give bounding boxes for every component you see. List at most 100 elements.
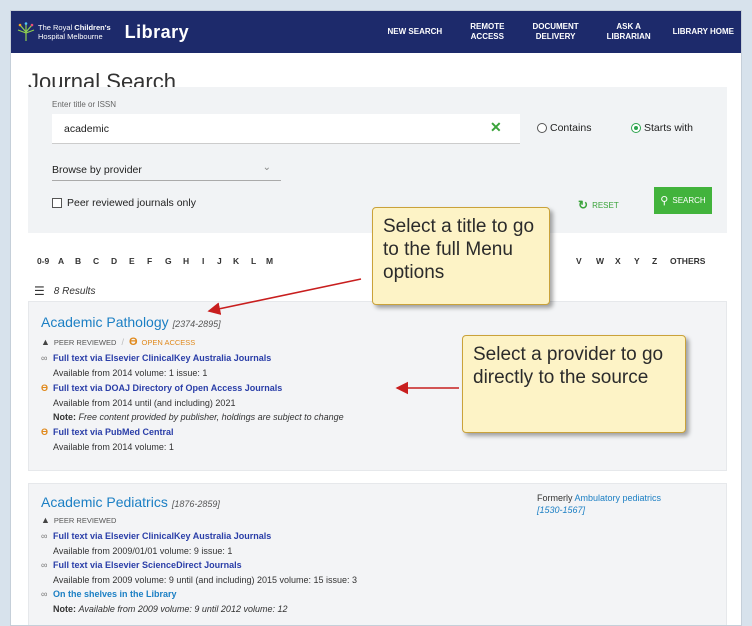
provider-link[interactable]: ϴ Full text via PubMed Central (41, 427, 174, 437)
nav-remote-access[interactable]: REMOTE ACCESS (461, 22, 523, 42)
peer-reviewed-icon: ▲ (41, 515, 50, 525)
search-icon: ⚲ (660, 195, 669, 207)
results-count-text: 8 Results (53, 285, 96, 297)
alpha-c[interactable]: C (93, 256, 99, 266)
open-access-icon: ϴ (41, 383, 49, 393)
provider-link-text: On the shelves in the Library (53, 589, 177, 599)
alpha-z[interactable]: Z (652, 256, 657, 266)
link-icon: ∞ (41, 589, 48, 599)
holdings-text: Available from 2009 volume: 9 until (and… (53, 575, 358, 585)
journal-title-link[interactable]: Academic Pathology [2374-2895] (41, 314, 221, 330)
peer-reviewed-checkbox[interactable]: Peer reviewed journals only (52, 197, 196, 209)
provider-link[interactable]: ∞ Full text via Elsevier ScienceDirect Jo… (41, 560, 242, 570)
journal-issn: [1876-2859] (171, 499, 220, 509)
provider-link[interactable]: ∞ Full text via Elsevier ClinicalKey Aust… (41, 353, 271, 363)
link-icon: ∞ (41, 531, 48, 541)
library-label: Library (124, 21, 190, 42)
rch-logo-icon (17, 22, 35, 41)
search-button-label: SEARCH (672, 196, 706, 205)
chevron-down-icon: ⌄ (262, 162, 271, 173)
link-icon: ∞ (41, 353, 48, 363)
badges: ▲ PEER REVIEWED (41, 515, 116, 525)
reset-icon: ↻ (578, 198, 589, 212)
journal-issn: [2374-2895] (172, 319, 221, 329)
search-input[interactable]: academic (52, 114, 520, 144)
journal-title: Academic Pediatrics (41, 494, 168, 510)
holdings-text: Available from 2009/01/01 volume: 9 issu… (53, 546, 233, 556)
badges: ▲ PEER REVIEWED / ϴ OPEN ACCESS (41, 336, 195, 348)
nav-library-home[interactable]: LIBRARY HOME (664, 27, 741, 37)
alpha-e[interactable]: E (129, 256, 135, 266)
badge-divider: / (121, 337, 124, 347)
note-label: Note: (53, 604, 76, 614)
radio-unchecked-icon (537, 123, 547, 133)
peer-reviewed-badge: PEER REVIEWED (53, 337, 117, 347)
results-count: ☰ 8 Results (34, 284, 95, 298)
result-card: Academic Pediatrics [1876-2859] Formerly … (28, 483, 727, 625)
reset-label: RESET (592, 201, 619, 210)
provider-link-text: Full text via PubMed Central (53, 427, 174, 437)
open-access-icon: ϴ (128, 336, 138, 348)
alpha-d[interactable]: D (111, 256, 117, 266)
nav-ask-a-librarian[interactable]: ASK A LIBRARIAN (598, 22, 664, 42)
provider-link-text: Full text via Elsevier ScienceDirect Jou… (53, 560, 242, 570)
formerly-title[interactable]: Formerly Ambulatory pediatrics [1530-156… (537, 492, 661, 516)
provider-link-text: Full text via Elsevier ClinicalKey Austr… (53, 353, 272, 363)
journal-title: Academic Pathology (41, 314, 169, 330)
search-button[interactable]: ⚲ SEARCH (654, 187, 712, 214)
radio-checked-icon (631, 123, 641, 133)
callout-provider-tip: Select a provider to go directly to the … (462, 335, 686, 433)
peer-reviewed-badge: PEER REVIEWED (53, 515, 117, 525)
alpha-a[interactable]: A (58, 256, 64, 266)
alpha-h[interactable]: H (183, 256, 189, 266)
provider-select-value: Browse by provider (52, 164, 142, 176)
provider-link[interactable]: ϴ Full text via DOAJ Directory of Open Ac… (41, 383, 282, 393)
list-icon: ☰ (34, 284, 45, 298)
provider-link[interactable]: ∞ On the shelves in the Library (41, 589, 177, 599)
holdings-note: Note: Free content provided by publisher… (41, 412, 344, 422)
holdings-text: Available from 2014 until (and including… (53, 398, 236, 408)
formerly-link: Ambulatory pediatrics (574, 493, 662, 503)
brand[interactable]: The Royal Children's Hospital Melbourne … (11, 22, 217, 43)
link-icon: ∞ (41, 560, 48, 570)
alpha-y[interactable]: Y (634, 256, 640, 266)
provider-link[interactable]: ∞ Full text via Elsevier ClinicalKey Aust… (41, 531, 271, 541)
alpha-b[interactable]: B (75, 256, 81, 266)
journal-title-link[interactable]: Academic Pediatrics [1876-2859] (41, 494, 220, 510)
note-label: Note: (53, 412, 76, 422)
header-bar: The Royal Children's Hospital Melbourne … (11, 11, 741, 53)
alpha-w[interactable]: W (596, 256, 604, 266)
alpha-l[interactable]: L (251, 256, 256, 266)
peer-reviewed-label: Peer reviewed journals only (67, 197, 196, 209)
browser-frame: The Royal Children's Hospital Melbourne … (10, 10, 742, 626)
alpha-v[interactable]: V (576, 256, 582, 266)
alpha-i[interactable]: I (202, 256, 204, 266)
note-text: Free content provided by publisher, hold… (78, 412, 344, 422)
radio-contains[interactable]: Contains (537, 122, 591, 134)
alpha-k[interactable]: K (233, 256, 239, 266)
search-field-label: Enter title or ISSN (52, 100, 117, 109)
holdings-note: Note: Available from 2009 volume: 9 unti… (41, 604, 287, 614)
open-access-icon: ϴ (41, 427, 49, 437)
provider-link-text: Full text via DOAJ Directory of Open Acc… (53, 383, 283, 393)
nav-document-delivery[interactable]: DOCUMENT DELIVERY (523, 22, 597, 42)
radio-starts-with[interactable]: Starts with (631, 122, 693, 134)
alpha-f[interactable]: F (147, 256, 152, 266)
callout-title-tip: Select a title to go to the full Menu op… (372, 207, 550, 305)
alpha-m[interactable]: M (266, 256, 273, 266)
reset-button[interactable]: ↻ RESET (578, 198, 619, 212)
formerly-issn: [1530-1567] (537, 505, 586, 515)
alpha-0-9[interactable]: 0-9 (37, 256, 49, 266)
alpha-j[interactable]: J (217, 256, 222, 266)
nav-new-search[interactable]: NEW SEARCH (379, 27, 462, 37)
alpha-g[interactable]: G (165, 256, 172, 266)
alpha-x[interactable]: X (615, 256, 621, 266)
open-access-badge: OPEN ACCESS (141, 337, 196, 347)
provider-select[interactable]: Browse by provider ⌄ (52, 159, 281, 181)
note-text: Available from 2009 volume: 9 until 2012… (78, 604, 288, 614)
clear-search-icon[interactable]: ✕ (490, 119, 502, 136)
alpha-others[interactable]: OTHERS (670, 256, 705, 266)
main-nav: NEW SEARCH REMOTE ACCESS DOCUMENT DELIVE… (379, 11, 741, 53)
provider-link-text: Full text via Elsevier ClinicalKey Austr… (53, 531, 272, 541)
holdings-text: Available from 2014 volume: 1 (53, 442, 174, 452)
